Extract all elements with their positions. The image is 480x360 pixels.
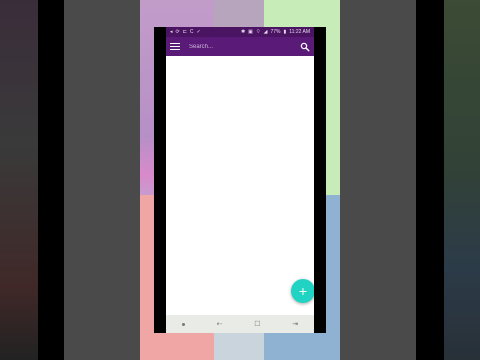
background-left-panel xyxy=(64,0,140,360)
signal-icon: ◢ xyxy=(263,29,268,35)
status-time: 11:22 AM xyxy=(289,29,310,35)
background-left-edge xyxy=(0,0,38,360)
status-right-icons: ✱ ▣ ⌔ ◢ 77% ▮ 11:22 AM xyxy=(241,27,310,37)
add-button[interactable]: + xyxy=(291,279,314,303)
nav-indicator-dot xyxy=(181,322,185,326)
content-area xyxy=(166,56,314,315)
phone-frame: ◂ ⟳ ⊏ C ✓ ✱ ▣ ⌔ ◢ 77% ▮ 11:22 AM Search.… xyxy=(154,27,326,333)
sync-icon: ⟳ xyxy=(175,29,180,35)
background-right-band xyxy=(416,0,444,360)
nfc-icon: ▣ xyxy=(248,29,253,35)
background-right-panel xyxy=(340,0,416,360)
background-right-edge xyxy=(444,0,480,360)
check-icon: ✓ xyxy=(196,29,201,35)
wifi-icon: ⌔ xyxy=(255,29,261,35)
recents-icon[interactable]: ⇥ xyxy=(292,320,298,328)
cast-icon: ⊏ xyxy=(182,29,187,35)
bluetooth-icon: ✱ xyxy=(240,29,246,35)
hamburger-menu-icon[interactable] xyxy=(170,42,180,51)
home-icon[interactable]: ☐ xyxy=(254,320,260,328)
search-input[interactable] xyxy=(189,43,300,50)
app-screen: ◂ ⟳ ⊏ C ✓ ✱ ▣ ⌔ ◢ 77% ▮ 11:22 AM Search.… xyxy=(166,27,314,333)
status-left-icons: ◂ ⟳ ⊏ C ✓ xyxy=(170,27,201,37)
app-bar xyxy=(166,37,314,56)
notification-icon: ◂ xyxy=(170,29,173,35)
back-icon[interactable]: ⇠ xyxy=(217,320,223,328)
navigation-bar: ⇠ ☐ ⇥ xyxy=(166,315,314,333)
status-bar: ◂ ⟳ ⊏ C ✓ ✱ ▣ ⌔ ◢ 77% ▮ 11:22 AM xyxy=(166,27,314,37)
c-icon: C xyxy=(189,29,194,35)
battery-icon: ▮ xyxy=(283,29,287,35)
battery-percent: 77% xyxy=(270,29,281,35)
search-icon[interactable] xyxy=(300,42,310,52)
background-left-band xyxy=(38,0,64,360)
